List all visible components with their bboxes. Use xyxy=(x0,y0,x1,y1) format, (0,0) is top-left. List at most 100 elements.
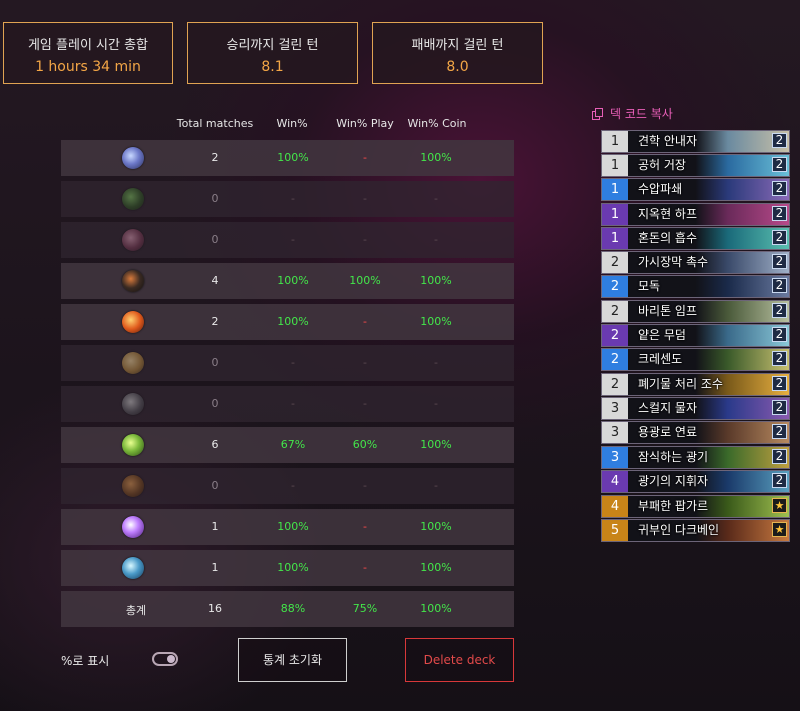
deck-card[interactable]: 1 지옥현 하프 2 xyxy=(601,203,790,226)
card-cost: 1 xyxy=(602,179,628,200)
table-row: 2 100% - 100% xyxy=(61,304,514,340)
card-name: 용광로 연료 xyxy=(638,425,698,439)
summary-win-turns: 승리까지 걸린 턴 8.1 xyxy=(187,22,358,84)
deck-card[interactable]: 1 견학 안내자 2 xyxy=(601,130,790,153)
percent-toggle-label: %로 표시 xyxy=(61,654,110,668)
cell-total: 16 xyxy=(208,602,222,615)
deck-card[interactable]: 3 용광로 연료 2 xyxy=(601,421,790,444)
cell-win-play: - xyxy=(363,520,367,533)
summary-loss-turns-value: 8.0 xyxy=(446,59,469,75)
card-name: 가시장막 촉수 xyxy=(638,255,709,269)
cell-win-play: - xyxy=(363,561,367,574)
deck-card[interactable]: 3 잠식하는 광기 2 xyxy=(601,446,790,469)
card-count: 2 xyxy=(772,133,787,148)
copy-deck-code-label: 덱 코드 복사 xyxy=(610,107,673,121)
table-row: 1 100% - 100% xyxy=(61,550,514,586)
table-row: 6 67% 60% 100% xyxy=(61,427,514,463)
card-name: 얕은 무덤 xyxy=(638,328,686,342)
card-count: 2 xyxy=(772,254,787,269)
card-name: 공허 거장 xyxy=(638,158,686,172)
cell-total: 2 xyxy=(211,151,219,164)
death-knight-class-icon xyxy=(122,516,144,538)
card-count: 2 xyxy=(772,424,787,439)
summary-playtime-label: 게임 플레이 시간 총합 xyxy=(27,38,149,53)
deck-card[interactable]: 2 크레센도 2 xyxy=(601,348,790,371)
cell-total: 4 xyxy=(211,274,219,287)
deck-card[interactable]: 4 광기의 지휘자 2 xyxy=(601,470,790,493)
card-cost: 1 xyxy=(602,131,628,152)
cell-win: 88% xyxy=(280,602,306,615)
table-row: 0 - - - xyxy=(61,222,514,258)
card-cost: 4 xyxy=(602,496,628,517)
hunter-class-icon xyxy=(122,188,144,210)
header-win-play: Win% Play xyxy=(336,117,394,130)
percent-toggle[interactable] xyxy=(152,652,178,666)
cell-win-play: - xyxy=(363,233,367,246)
card-name: 크레센도 xyxy=(638,352,683,366)
deck-card[interactable]: 1 혼돈의 흡수 2 xyxy=(601,227,790,250)
cell-win-play: - xyxy=(363,397,367,410)
cell-win-coin: 100% xyxy=(420,151,452,164)
card-count: 2 xyxy=(772,181,787,196)
cell-win: - xyxy=(291,233,295,246)
card-cost: 2 xyxy=(602,349,628,370)
card-cost: 2 xyxy=(602,325,628,346)
summary-win-turns-label: 승리까지 걸린 턴 xyxy=(226,38,319,53)
deck-card[interactable]: 2 모독 2 xyxy=(601,275,790,298)
card-cost: 2 xyxy=(602,374,628,395)
card-name: 혼돈의 흡수 xyxy=(638,231,698,245)
table-row: 0 - - - xyxy=(61,386,514,422)
card-name: 잠식하는 광기 xyxy=(638,450,709,464)
card-cost: 3 xyxy=(602,398,628,419)
cell-win-coin: - xyxy=(434,356,438,369)
table-row: 4 100% 100% 100% xyxy=(61,263,514,299)
legendary-star-icon: ★ xyxy=(772,522,787,537)
card-count: 2 xyxy=(772,376,787,391)
card-cost: 3 xyxy=(602,422,628,443)
deck-card[interactable]: 1 공허 거장 2 xyxy=(601,154,790,177)
deck-card[interactable]: 5 귀부인 다크베인 ★ xyxy=(601,519,790,542)
card-name: 수압파쇄 xyxy=(638,182,683,196)
copy-deck-code-link[interactable]: 덱 코드 복사 xyxy=(592,105,673,122)
deck-card[interactable]: 2 폐기물 처리 조수 2 xyxy=(601,373,790,396)
mage-class-icon xyxy=(122,147,144,169)
cell-win: - xyxy=(291,397,295,410)
card-cost: 1 xyxy=(602,204,628,225)
paladin-class-icon xyxy=(122,352,144,374)
cell-win-play: 75% xyxy=(352,602,378,615)
card-count: 2 xyxy=(772,327,787,342)
cell-win-coin: 100% xyxy=(420,315,452,328)
cell-total: 0 xyxy=(211,397,219,410)
cell-win-coin: 100% xyxy=(420,561,452,574)
card-cost: 1 xyxy=(602,155,628,176)
deck-card[interactable]: 4 부패한 팝가르 ★ xyxy=(601,495,790,518)
deck-card[interactable]: 2 바리톤 임프 2 xyxy=(601,300,790,323)
delete-deck-button[interactable]: Delete deck xyxy=(405,638,514,682)
deck-card[interactable]: 3 스컬지 물자 2 xyxy=(601,397,790,420)
cell-win: 100% xyxy=(277,151,309,164)
copy-icon xyxy=(592,108,603,120)
cell-win-coin: - xyxy=(434,192,438,205)
cell-total: 0 xyxy=(211,356,219,369)
deck-card[interactable]: 2 얕은 무덤 2 xyxy=(601,324,790,347)
cell-total: 0 xyxy=(211,479,219,492)
card-count: 2 xyxy=(772,206,787,221)
demon-hunter-class-icon xyxy=(122,229,144,251)
reset-stats-button[interactable]: 통계 초기화 xyxy=(238,638,347,682)
card-count: 2 xyxy=(772,157,787,172)
deck-card[interactable]: 2 가시장막 촉수 2 xyxy=(601,251,790,274)
toggle-knob xyxy=(167,655,175,663)
card-cost: 2 xyxy=(602,252,628,273)
table-row: 2 100% - 100% xyxy=(61,140,514,176)
shaman-class-icon xyxy=(122,557,144,579)
cell-total: 1 xyxy=(211,520,219,533)
cell-win: 100% xyxy=(277,274,309,287)
cell-total: 1 xyxy=(211,561,219,574)
card-count: 2 xyxy=(772,449,787,464)
card-name: 지옥현 하프 xyxy=(638,207,698,221)
deck-card[interactable]: 1 수압파쇄 2 xyxy=(601,178,790,201)
card-name: 견학 안내자 xyxy=(638,134,698,148)
cell-win: - xyxy=(291,479,295,492)
cell-win-coin: 100% xyxy=(420,520,452,533)
card-count: 2 xyxy=(772,303,787,318)
